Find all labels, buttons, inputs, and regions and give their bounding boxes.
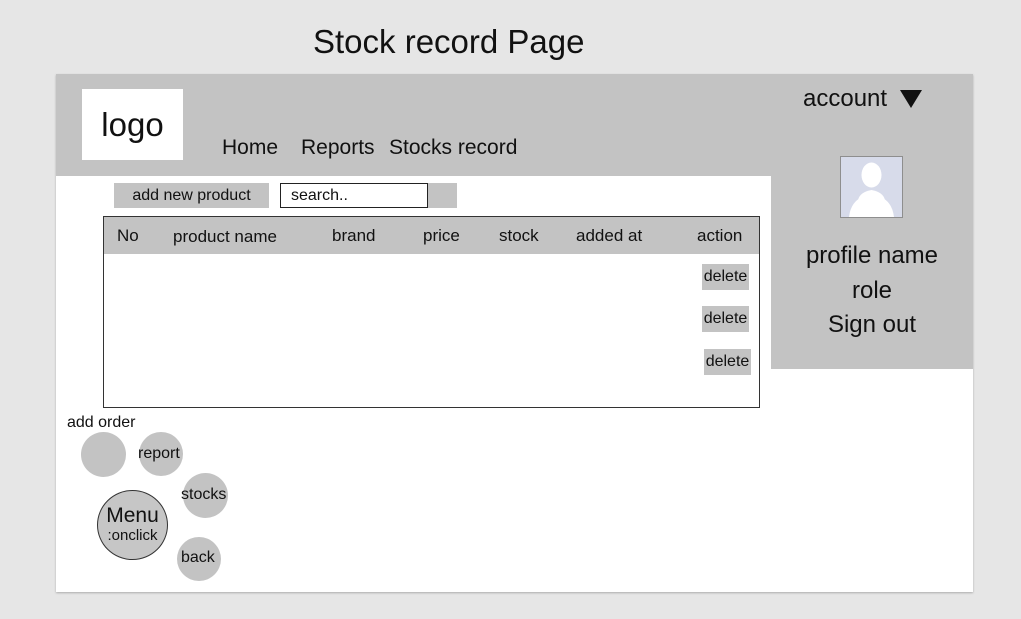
delete-button[interactable]: delete <box>704 349 751 375</box>
page-title: Stock record Page <box>313 23 585 60</box>
nav-home[interactable]: Home <box>222 136 278 160</box>
column-header-price: price <box>423 226 460 245</box>
logo-text: logo <box>101 105 164 143</box>
account-label: account <box>803 85 888 112</box>
add-new-product-button[interactable]: add new product <box>114 183 269 208</box>
profile-name: profile name <box>805 242 939 269</box>
column-header-no: No <box>117 226 139 245</box>
report-label: report <box>138 445 180 462</box>
back-label: back <box>181 549 215 566</box>
delete-button[interactable]: delete <box>702 306 749 332</box>
profile-role: role <box>851 277 893 304</box>
user-silhouette-icon <box>841 157 902 217</box>
stocks-label: stocks <box>181 486 227 503</box>
account-dropdown[interactable]: account <box>803 85 923 113</box>
sign-out-link[interactable]: Sign out <box>771 311 973 339</box>
menu-toggle-button[interactable]: Menu :onclick <box>97 490 168 560</box>
column-header-action: action <box>697 226 743 245</box>
search-input[interactable] <box>280 183 428 208</box>
avatar <box>840 156 903 218</box>
add-order-label: add order <box>67 414 136 431</box>
delete-button[interactable]: delete <box>702 264 749 290</box>
menu-title: Menu <box>106 504 159 527</box>
menu-subtitle: :onclick <box>107 527 158 544</box>
add-order-button[interactable] <box>81 432 126 477</box>
column-header-stock: stock <box>499 226 539 245</box>
logo: logo <box>82 89 183 160</box>
nav-stocks-record[interactable]: Stocks record <box>389 136 517 160</box>
column-header-product-name: product name <box>173 227 277 246</box>
caret-down-icon <box>900 90 923 108</box>
search-bar <box>280 183 457 208</box>
column-header-added-at: added at <box>576 226 643 245</box>
column-header-brand: brand <box>332 226 376 245</box>
nav-reports[interactable]: Reports <box>301 136 375 160</box>
